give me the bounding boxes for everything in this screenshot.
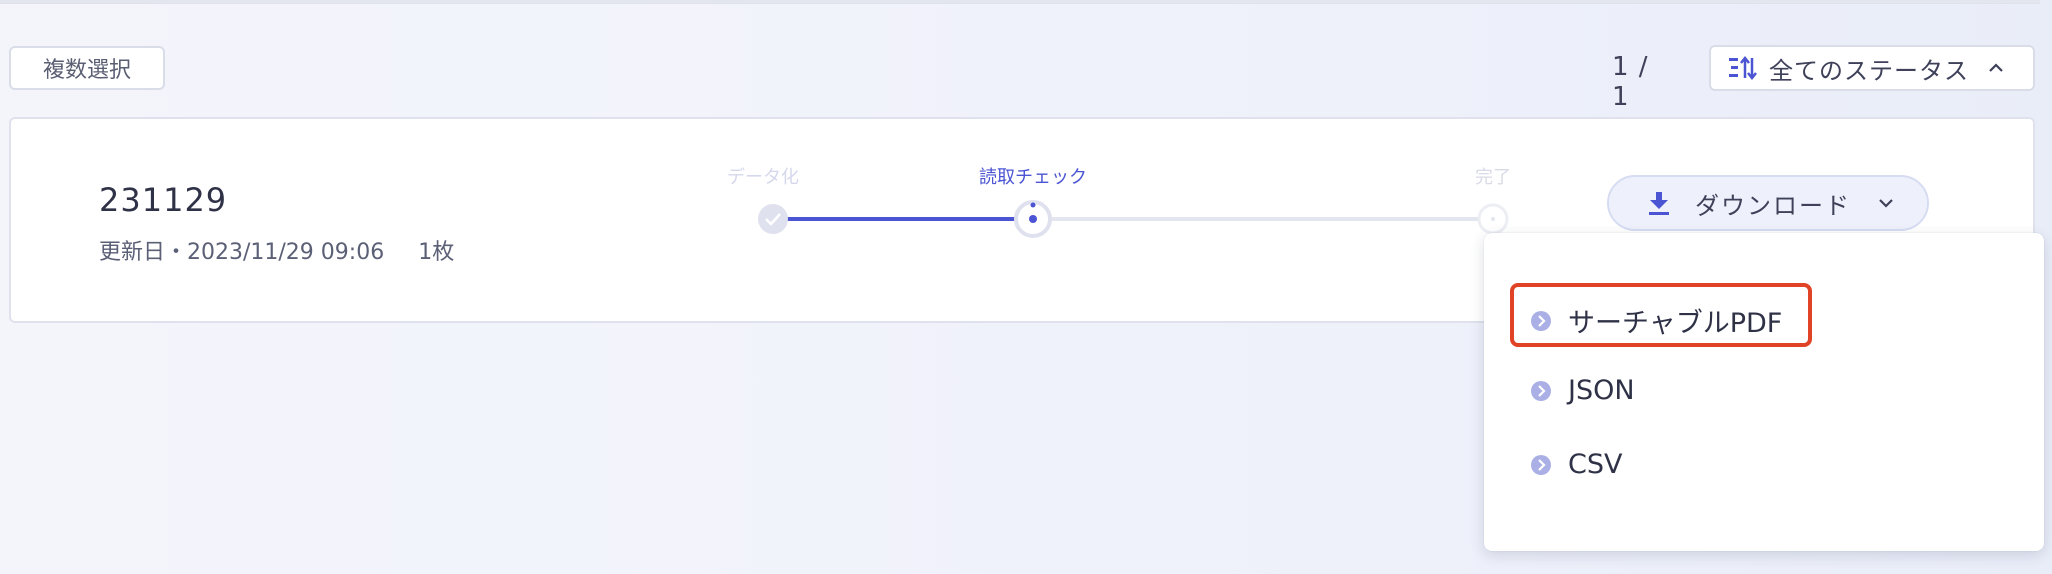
menu-item-label: CSV (1568, 449, 1623, 480)
progress-stepper (758, 200, 1509, 238)
menu-item-label: JSON (1568, 375, 1635, 406)
menu-item-searchable-pdf[interactable]: サーチャブルPDF (1530, 301, 1782, 340)
step-done-icon (758, 204, 788, 234)
chevron-down-icon (1879, 199, 1893, 208)
top-divider (0, 0, 2040, 4)
menu-item-csv[interactable]: CSV (1530, 449, 1622, 480)
step-future-icon (1477, 203, 1509, 235)
chevron-up-icon (1989, 63, 2003, 72)
page-count-badge: 1枚 (418, 240, 455, 265)
download-button-label: ダウンロード (1695, 191, 1851, 220)
page-count: 1 / 1 (1612, 52, 1649, 112)
sort-icon (1729, 55, 1757, 81)
step-current-icon (1014, 200, 1052, 238)
updated-date: 更新日・2023/11/29 09:06 (99, 240, 385, 265)
multi-select-button[interactable]: 複数選択 (9, 46, 165, 90)
document-title: 231129 (99, 181, 228, 219)
chevron-right-circle-icon (1531, 310, 1551, 331)
chevron-right-circle-icon (1531, 380, 1551, 401)
status-filter-dropdown[interactable]: 全てのステータス (1709, 45, 2035, 91)
document-meta: 更新日・2023/11/29 09:06 1枚 (99, 234, 454, 266)
download-icon (1649, 192, 1669, 215)
download-button[interactable]: ダウンロード (1607, 175, 1929, 231)
chevron-right-circle-icon (1531, 454, 1551, 475)
menu-item-label: サーチャブルPDF (1568, 308, 1783, 339)
status-filter-label: 全てのステータス (1769, 56, 1969, 85)
download-options-menu: サーチャブルPDF JSON CSV (1484, 233, 2044, 551)
menu-item-json[interactable]: JSON (1530, 375, 1635, 406)
